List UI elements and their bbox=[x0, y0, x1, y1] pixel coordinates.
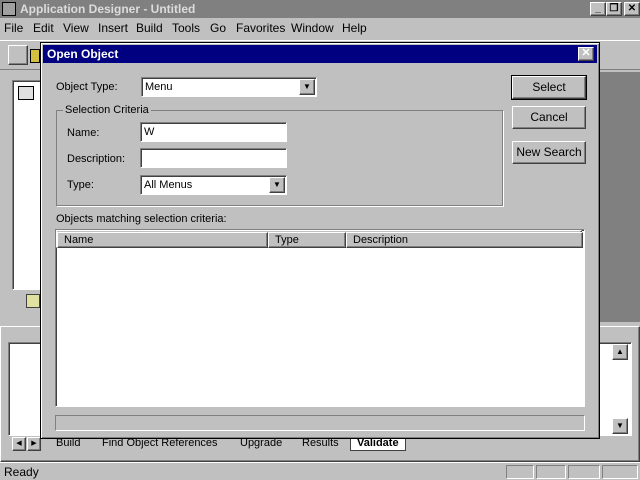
output-scrollbar-down[interactable]: ▼ bbox=[612, 418, 628, 434]
menu-window[interactable]: Window bbox=[291, 21, 334, 35]
status-text: Ready bbox=[4, 465, 39, 479]
object-type-select[interactable]: Menu ▼ bbox=[141, 77, 317, 97]
tab-validate[interactable]: Validate bbox=[350, 437, 406, 451]
column-type-header[interactable]: Type bbox=[268, 232, 346, 248]
app-title-bar: Application Designer - Untitled _ ❐ ✕ bbox=[0, 0, 640, 18]
menu-view[interactable]: View bbox=[63, 21, 89, 35]
app-icon bbox=[2, 2, 16, 16]
results-list[interactable]: Name Type Description bbox=[55, 229, 585, 407]
object-type-label: Object Type: bbox=[56, 81, 118, 93]
name-input-value: W bbox=[144, 126, 155, 138]
dialog-status-strip bbox=[55, 415, 585, 431]
tab-build[interactable]: Build bbox=[50, 437, 86, 451]
menu-edit[interactable]: Edit bbox=[33, 21, 54, 35]
menu-help[interactable]: Help bbox=[342, 21, 367, 35]
dialog-title: Open Object bbox=[47, 47, 119, 61]
name-label: Name: bbox=[67, 127, 100, 139]
menu-file[interactable]: File bbox=[4, 21, 23, 35]
status-pane-4 bbox=[602, 465, 638, 479]
type-select[interactable]: All Menus ▼ bbox=[140, 175, 287, 195]
menu-bar: File Edit View Insert Build Tools Go Fav… bbox=[0, 18, 640, 38]
dialog-close-button[interactable]: ✕ bbox=[578, 47, 594, 61]
tab-upgrade[interactable]: Upgrade bbox=[234, 437, 288, 451]
tab-scroll-left[interactable]: ◀ bbox=[12, 437, 26, 451]
tab-find-object-references[interactable]: Find Object References bbox=[96, 437, 224, 451]
workspace-tab-icon[interactable] bbox=[26, 294, 40, 308]
new-document-icon[interactable] bbox=[8, 45, 28, 65]
cancel-button[interactable]: Cancel bbox=[512, 106, 586, 129]
project-workspace bbox=[12, 80, 42, 290]
dialog-title-bar: Open Object ✕ bbox=[43, 45, 597, 63]
selection-criteria-label: Selection Criteria bbox=[63, 104, 151, 116]
close-app-button[interactable]: ✕ bbox=[624, 2, 640, 16]
results-header: Name Type Description bbox=[56, 230, 583, 248]
open-object-dialog: Open Object ✕ Object Type: Menu ▼ Select… bbox=[40, 42, 600, 439]
chevron-down-icon[interactable]: ▼ bbox=[269, 177, 285, 193]
new-search-button[interactable]: New Search bbox=[512, 141, 586, 164]
open-folder-icon[interactable] bbox=[30, 49, 40, 63]
type-value: All Menus bbox=[144, 179, 193, 191]
output-scrollbar-up[interactable]: ▲ bbox=[612, 344, 628, 360]
type-label: Type: bbox=[67, 179, 94, 191]
results-label: Objects matching selection criteria: bbox=[56, 213, 227, 225]
status-pane-1 bbox=[506, 465, 534, 479]
menu-insert[interactable]: Insert bbox=[98, 21, 128, 35]
status-pane-2 bbox=[536, 465, 566, 479]
project-icon bbox=[18, 86, 34, 100]
workspace-background bbox=[598, 72, 640, 322]
status-bar: Ready bbox=[0, 462, 640, 480]
description-label: Description: bbox=[67, 153, 126, 165]
tab-scroll-right[interactable]: ▶ bbox=[27, 437, 41, 451]
app-title: Application Designer - Untitled bbox=[20, 2, 196, 16]
menu-tools[interactable]: Tools bbox=[172, 21, 200, 35]
status-pane-3 bbox=[568, 465, 600, 479]
menu-build[interactable]: Build bbox=[136, 21, 163, 35]
menu-favorites[interactable]: Favorites bbox=[236, 21, 285, 35]
column-name-header[interactable]: Name bbox=[57, 232, 268, 248]
chevron-down-icon[interactable]: ▼ bbox=[299, 79, 315, 95]
tab-results[interactable]: Results bbox=[296, 437, 345, 451]
menu-go[interactable]: Go bbox=[210, 21, 226, 35]
column-description-header[interactable]: Description bbox=[346, 232, 583, 248]
restore-button[interactable]: ❐ bbox=[606, 2, 622, 16]
object-type-value: Menu bbox=[145, 81, 173, 93]
select-button[interactable]: Select bbox=[511, 75, 587, 100]
minimize-button[interactable]: _ bbox=[590, 2, 606, 16]
name-input[interactable]: W bbox=[140, 122, 287, 142]
description-input[interactable] bbox=[140, 148, 287, 168]
